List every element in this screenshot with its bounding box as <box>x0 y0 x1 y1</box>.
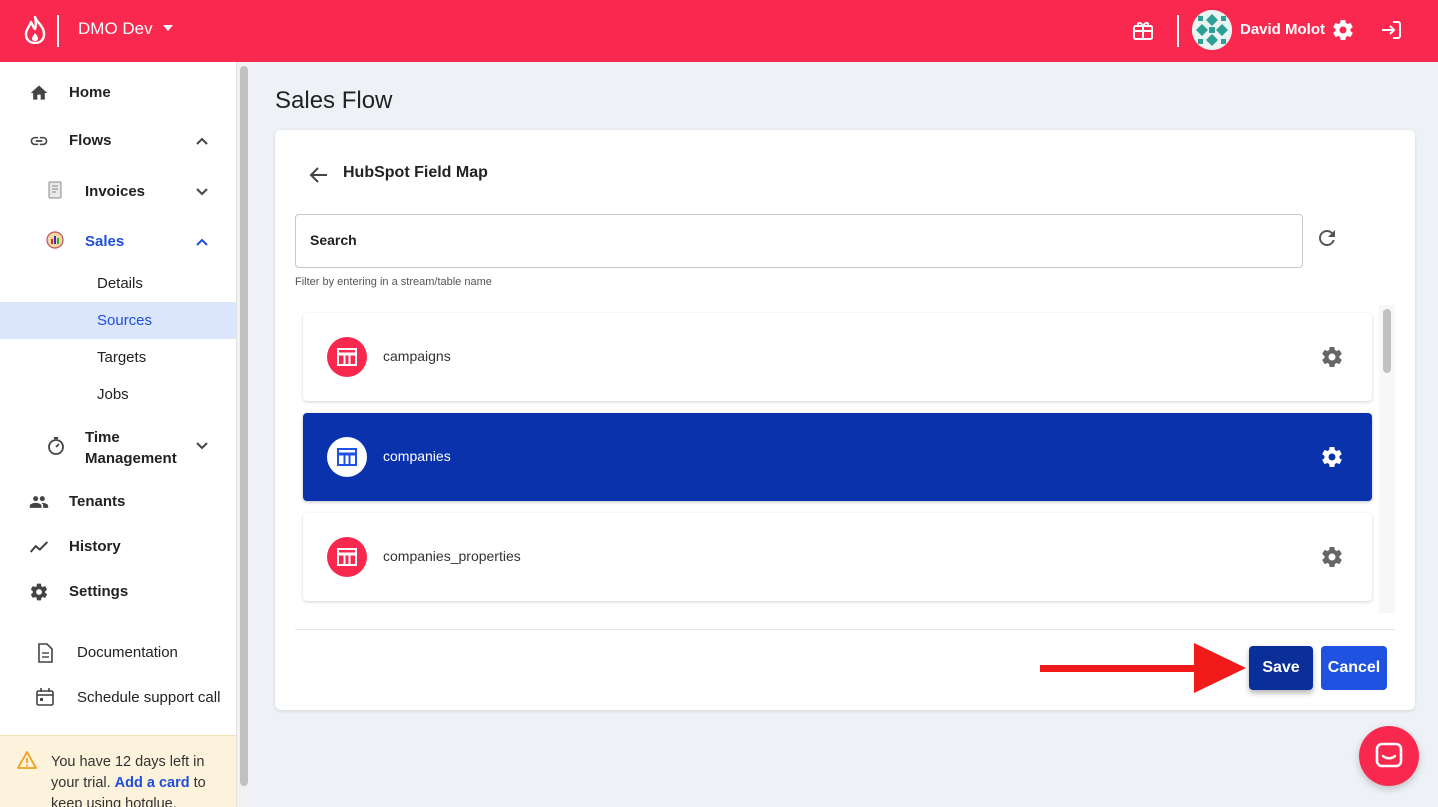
stream-row-companies[interactable]: companies <box>303 413 1372 501</box>
annotation-arrow <box>1040 665 1200 672</box>
link-icon <box>30 136 48 146</box>
trend-icon <box>29 541 49 553</box>
sidebar-item-label: Flows <box>69 132 112 149</box>
sidebar: Home Flows Invoices Sales Details Source… <box>0 62 236 807</box>
sidebar-item-documentation[interactable]: Documentation <box>0 640 236 666</box>
sidebar-item-flows[interactable]: Flows <box>0 128 236 154</box>
stopwatch-icon <box>48 437 64 455</box>
caret-down-icon[interactable] <box>163 25 173 31</box>
sales-icon <box>46 231 64 249</box>
table-icon <box>327 537 367 577</box>
scrollbar-thumb[interactable] <box>240 66 248 786</box>
stream-name: companies_properties <box>383 548 521 564</box>
sidebar-item-label: Documentation <box>77 644 178 661</box>
stream-name: campaigns <box>383 348 451 364</box>
sidebar-scrollbar[interactable] <box>236 62 250 807</box>
footer-divider <box>295 629 1395 630</box>
save-button[interactable]: Save <box>1249 646 1313 690</box>
header-divider <box>57 15 59 47</box>
header-divider <box>1177 15 1179 47</box>
gear-icon[interactable] <box>1320 345 1344 369</box>
sidebar-item-label: Schedule support call <box>77 689 221 706</box>
chevron-down-icon[interactable] <box>195 439 209 453</box>
chevron-up-icon[interactable] <box>195 134 209 148</box>
user-name[interactable]: David Molot <box>1240 21 1325 38</box>
gear-icon <box>30 583 48 601</box>
trial-message: You have 12 days left in your trial. Add… <box>51 752 231 807</box>
sidebar-item-label: Time Management <box>85 429 177 467</box>
page-title: Sales Flow <box>275 87 393 114</box>
org-name[interactable]: DMO Dev <box>78 19 153 39</box>
logout-icon[interactable] <box>1379 18 1403 42</box>
avatar[interactable] <box>1192 10 1232 50</box>
sidebar-item-label: Home <box>69 84 111 101</box>
chevron-up-icon[interactable] <box>195 235 209 249</box>
flame-logo-icon[interactable] <box>22 16 48 44</box>
home-icon <box>30 85 48 100</box>
sidebar-item-home[interactable]: Home <box>0 80 236 106</box>
table-icon <box>327 437 367 477</box>
sidebar-item-label: Tenants <box>69 493 126 510</box>
people-icon <box>29 496 49 508</box>
trial-banner: You have 12 days left in your trial. Add… <box>0 735 236 807</box>
table-icon <box>327 337 367 377</box>
stream-name: companies <box>383 448 451 464</box>
gear-icon[interactable] <box>1331 18 1355 42</box>
sidebar-item-label: Settings <box>69 583 129 600</box>
sidebar-item-invoices[interactable]: Invoices <box>0 178 236 204</box>
gear-icon[interactable] <box>1320 545 1344 569</box>
document-icon <box>38 643 53 663</box>
list-scrollbar[interactable] <box>1379 305 1395 613</box>
chat-launcher-button[interactable] <box>1359 726 1419 786</box>
sidebar-item-label: History <box>69 538 121 555</box>
warning-icon <box>17 751 37 769</box>
sidebar-item-settings[interactable]: Settings <box>0 579 236 605</box>
search-input[interactable]: Search <box>295 214 1303 268</box>
scrollbar-thumb[interactable] <box>1383 309 1391 373</box>
cancel-button[interactable]: Cancel <box>1321 646 1387 690</box>
search-help-text: Filter by entering in a stream/table nam… <box>295 276 492 288</box>
sidebar-item-details[interactable]: Details <box>97 275 143 292</box>
sidebar-item-schedule-support[interactable]: Schedule support call <box>0 685 236 711</box>
sidebar-item-sales[interactable]: Sales <box>0 228 236 254</box>
chat-icon <box>1375 742 1403 768</box>
sidebar-item-jobs[interactable]: Jobs <box>97 386 129 403</box>
sidebar-item-sources[interactable]: Sources <box>97 312 152 329</box>
calendar-icon <box>36 688 54 706</box>
invoice-icon <box>48 181 62 199</box>
sidebar-item-label: Sales <box>85 233 125 250</box>
stream-row-companies-properties[interactable]: companies_properties <box>303 513 1372 601</box>
sidebar-item-targets[interactable]: Targets <box>97 349 146 366</box>
sidebar-item-time-management[interactable]: Time Management <box>0 424 236 468</box>
add-card-link[interactable]: Add a card <box>115 775 190 791</box>
sidebar-item-label: Invoices <box>85 183 146 200</box>
card-heading: HubSpot Field Map <box>343 164 488 181</box>
sidebar-item-tenants[interactable]: Tenants <box>0 489 236 515</box>
gift-icon[interactable] <box>1131 18 1155 42</box>
back-arrow-icon[interactable] <box>306 162 332 188</box>
annotation-arrow-head <box>1194 643 1246 693</box>
sidebar-item-history[interactable]: History <box>0 534 236 560</box>
stream-row-campaigns[interactable]: campaigns <box>303 313 1372 401</box>
gear-icon[interactable] <box>1320 445 1344 469</box>
chevron-down-icon[interactable] <box>195 185 209 199</box>
refresh-icon[interactable] <box>1315 226 1339 250</box>
search-label: Search <box>310 232 357 248</box>
top-bar: DMO Dev David Molot <box>0 0 1438 62</box>
